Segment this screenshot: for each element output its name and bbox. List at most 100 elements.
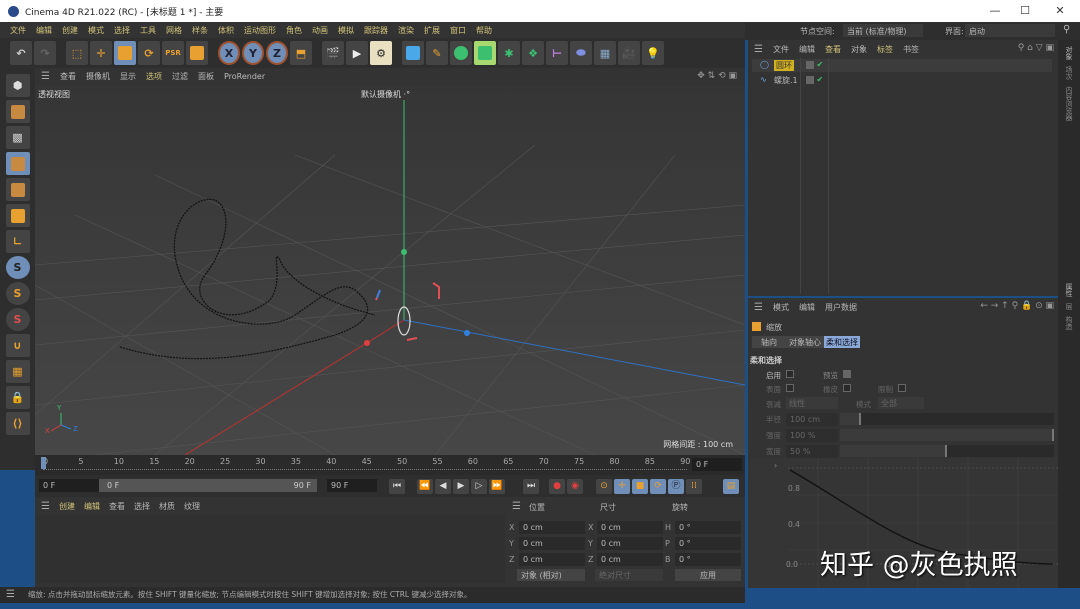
x-axis-lock-icon[interactable]: X	[218, 41, 240, 65]
camera-icon[interactable]: 🎥	[618, 41, 640, 65]
previous-key-icon[interactable]: ⏪	[417, 479, 433, 494]
magnet-icon[interactable]: ∪	[5, 334, 30, 357]
tab-takes[interactable]: 场次	[1064, 66, 1074, 80]
edges-mode-icon[interactable]	[5, 204, 30, 227]
vp-menu-camera[interactable]: 摄像机	[86, 71, 110, 82]
menu-icon[interactable]: ☰	[41, 71, 50, 82]
preview-range-slider[interactable]: 0 F 90 F	[99, 479, 317, 492]
menu-create[interactable]: 创建	[62, 25, 78, 36]
strength-field[interactable]: 100 %	[786, 429, 838, 442]
tab-layers[interactable]: 层	[1064, 303, 1074, 310]
restrict-checkbox[interactable]	[898, 384, 906, 392]
snap-settings-icon[interactable]: S	[5, 282, 30, 305]
key-pla-icon[interactable]: ⁞⁞	[686, 479, 702, 494]
tab-content-browser[interactable]: 内容浏览器	[1064, 86, 1074, 121]
obj-menu-tags[interactable]: 标签	[877, 44, 893, 55]
camera-label[interactable]: 默认摄像机 ·°	[361, 89, 410, 100]
snap-icon[interactable]: S	[5, 256, 30, 279]
mat-menu-material[interactable]: 材质	[159, 501, 175, 512]
coordinate-system-icon[interactable]: ⬒	[290, 41, 312, 65]
strength-slider[interactable]	[840, 429, 1054, 441]
model-mode-icon[interactable]	[5, 100, 30, 123]
next-frame-icon[interactable]: ▷	[471, 479, 487, 494]
visibility-icons[interactable]: ✔	[806, 60, 823, 69]
pen-spline-icon[interactable]: ✎	[426, 41, 448, 65]
size-y-field[interactable]: 0 cm	[597, 537, 663, 550]
snap-quantize-icon[interactable]: S	[5, 308, 30, 331]
play-icon[interactable]: ▶	[453, 479, 469, 494]
psr-icon[interactable]: PSR	[162, 41, 184, 65]
obj-menu-objects[interactable]: 对象	[851, 44, 867, 55]
menu-spline[interactable]: 样条	[192, 25, 208, 36]
rotate-icon[interactable]: ⟳	[138, 41, 160, 65]
object-name[interactable]: 螺旋.1	[774, 75, 798, 86]
playhead[interactable]	[41, 457, 46, 469]
previous-frame-icon[interactable]: ◀	[435, 479, 451, 494]
light-icon[interactable]: 💡	[642, 41, 664, 65]
radius-slider[interactable]	[840, 413, 1054, 425]
menu-tools[interactable]: 工具	[140, 25, 156, 36]
preview-checkbox[interactable]	[843, 370, 851, 378]
floor-icon[interactable]: ▦	[594, 41, 616, 65]
size-mode-select[interactable]: 绝对尺寸	[595, 569, 663, 581]
perspective-viewport[interactable]: 透视视图 默认摄像机 ·° 网格间距 : 100 cm Y X Z	[35, 85, 745, 455]
next-key-icon[interactable]: ⏩	[489, 479, 505, 494]
points-mode-icon[interactable]	[5, 178, 30, 201]
menu-window[interactable]: 窗口	[450, 25, 466, 36]
vp-menu-view[interactable]: 查看	[60, 71, 76, 82]
menu-render[interactable]: 渲染	[398, 25, 414, 36]
mat-menu-texture[interactable]: 纹理	[184, 501, 200, 512]
rotation-y-field[interactable]: 0 °	[675, 537, 741, 550]
keyframe-selection-icon[interactable]: ⊙	[596, 479, 612, 494]
scene-icon[interactable]: ⬬	[570, 41, 592, 65]
key-parameter-icon[interactable]: Ⓟ	[668, 479, 684, 494]
vp-menu-filter[interactable]: 过滤	[172, 71, 188, 82]
menu-icon[interactable]: ☰	[754, 44, 763, 55]
start-frame-field[interactable]: 0 F	[39, 479, 99, 492]
maximize-button[interactable]: ☐	[1010, 0, 1040, 22]
menu-character[interactable]: 角色	[286, 25, 302, 36]
coordinate-mode-select[interactable]: 对象 (相对)	[517, 569, 585, 581]
menu-extensions[interactable]: 扩展	[424, 25, 440, 36]
redo-icon[interactable]: ↷	[34, 41, 56, 65]
key-position-icon[interactable]: ✛	[614, 479, 630, 494]
mode-select[interactable]: 全部	[878, 397, 924, 409]
auto-key-icon[interactable]: ◉	[567, 479, 583, 494]
close-button[interactable]: ✕	[1045, 0, 1075, 22]
render-view-icon[interactable]: 🎬	[322, 41, 344, 65]
z-axis-handle[interactable]	[464, 330, 470, 336]
menu-simulate[interactable]: 模拟	[338, 25, 354, 36]
rotation-z-field[interactable]: 0 °	[675, 553, 741, 566]
rubber-checkbox[interactable]	[843, 384, 851, 392]
field-icon[interactable]: ⊢	[546, 41, 568, 65]
last-tool-icon[interactable]	[186, 41, 208, 65]
minimize-button[interactable]: —	[980, 0, 1010, 22]
tab-structure[interactable]: 构造	[1064, 316, 1074, 330]
mograph-icon[interactable]: ❖	[522, 41, 544, 65]
menu-tracker[interactable]: 跟踪器	[364, 25, 388, 36]
go-to-end-icon[interactable]: ⏭	[523, 479, 539, 494]
deformer-icon[interactable]: ✱	[498, 41, 520, 65]
render-picture-viewer-icon[interactable]: ▶	[346, 41, 368, 65]
attr-menu-edit[interactable]: 编辑	[799, 302, 815, 313]
timeline-window-icon[interactable]: ▤	[723, 479, 739, 494]
material-area[interactable]	[37, 515, 505, 583]
current-frame-field[interactable]: 0 F	[692, 458, 742, 471]
menu-help[interactable]: 帮助	[476, 25, 492, 36]
live-selection-icon[interactable]: ⬚	[66, 41, 88, 65]
tab-attributes[interactable]: 属性	[1064, 283, 1074, 297]
mat-menu-create[interactable]: 创建	[59, 501, 75, 512]
vp-menu-display[interactable]: 显示	[120, 71, 136, 82]
width-field[interactable]: 50 %	[786, 445, 838, 458]
y-axis-handle[interactable]	[401, 249, 407, 255]
attr-menu-userdata[interactable]: 用户数据	[825, 302, 857, 313]
record-keys-icon[interactable]: ●	[549, 479, 565, 494]
z-axis-lock-icon[interactable]: Z	[266, 41, 288, 65]
texture-mode-icon[interactable]: ▩	[5, 126, 30, 149]
apply-button[interactable]: 应用	[675, 569, 741, 581]
object-row-helix[interactable]: ∿ 螺旋.1 ✔	[752, 74, 1052, 87]
grid-snap-icon[interactable]: ▦	[5, 360, 30, 383]
attribute-nav-icons[interactable]: ← → ↑ ⚲ 🔒 ⊙ ▣	[980, 301, 1054, 311]
menu-animate[interactable]: 动画	[312, 25, 328, 36]
tab-axis[interactable]: 轴向	[752, 336, 786, 348]
